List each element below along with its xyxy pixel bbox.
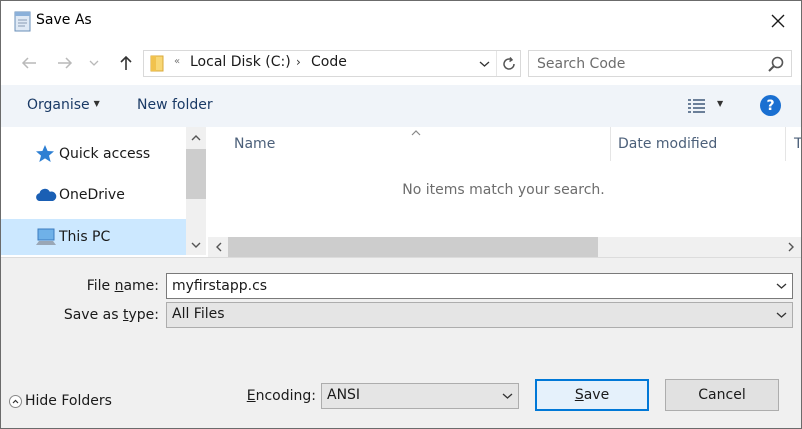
new-folder-button[interactable]: New folder <box>137 97 213 113</box>
column-header-date-modified[interactable]: Date modified <box>618 127 717 161</box>
star-icon <box>36 145 54 162</box>
arrow-right-icon <box>58 57 73 69</box>
save-as-type-value: All Files <box>172 306 225 322</box>
file-name-label: File name: <box>87 278 159 294</box>
back-button[interactable] <box>16 51 42 75</box>
chevron-down-icon <box>89 60 99 66</box>
notepad-icon <box>14 11 31 32</box>
save-options-panel: File name: Save as type: All Files Hide … <box>1 257 801 428</box>
cancel-button[interactable]: Cancel <box>665 379 779 411</box>
column-divider[interactable] <box>785 127 786 161</box>
encoding-value: ANSI <box>327 387 361 403</box>
label-text: ype: <box>128 307 159 323</box>
navigation-pane: Quick access OneDrive This PC <box>1 127 186 255</box>
search-box[interactable] <box>528 50 792 77</box>
caret-down-icon: ▼ <box>93 99 100 108</box>
label-text: File <box>86 278 115 294</box>
hide-folders-label: Hide Folders <box>25 393 112 409</box>
empty-message: No items match your search. <box>402 182 605 198</box>
scroll-up-icon[interactable] <box>186 127 206 147</box>
save-as-type-select[interactable]: All Files <box>166 302 793 328</box>
column-divider[interactable] <box>610 127 611 161</box>
refresh-button[interactable] <box>496 51 520 76</box>
navigation-pane-scrollbar[interactable] <box>186 127 206 255</box>
refresh-icon <box>502 56 515 70</box>
chevron-down-icon <box>776 283 786 289</box>
window-title: Save As <box>36 12 92 28</box>
label-text: ncoding: <box>255 388 316 404</box>
chevron-down-icon <box>776 312 786 318</box>
folder-icon <box>150 55 164 72</box>
address-dropdown-button[interactable] <box>474 51 494 76</box>
save-as-type-dropdown-button[interactable] <box>770 303 792 327</box>
arrow-up-icon <box>120 55 132 70</box>
address-bar[interactable]: « Local Disk (C:) › Code <box>143 50 521 77</box>
column-header-type[interactable]: T <box>794 127 801 161</box>
close-button[interactable] <box>755 1 801 41</box>
save-button[interactable]: Save <box>535 379 649 411</box>
help-icon[interactable]: ? <box>760 95 781 116</box>
file-list-horizontal-scrollbar[interactable] <box>208 237 801 257</box>
recent-locations-button[interactable] <box>85 51 103 75</box>
address-row: « Local Disk (C:) › Code <box>1 41 801 85</box>
access-key: E <box>246 388 256 404</box>
encoding-dropdown-button[interactable] <box>496 384 518 408</box>
arrow-left-icon <box>21 57 36 69</box>
encoding-label: Encoding: <box>247 388 316 404</box>
save-as-dialog: Save As « Local Disk (C:) › Code Search … <box>0 0 802 429</box>
breadcrumb-separator[interactable]: › <box>296 55 301 69</box>
label-text: ame: <box>123 278 159 294</box>
label-text: Save as <box>63 307 123 323</box>
command-bar: Organise ▼ New folder ▼ <box>1 85 801 127</box>
search-input[interactable] <box>529 51 759 76</box>
view-details-icon[interactable] <box>687 97 707 115</box>
chevron-up-icon <box>9 394 22 408</box>
organise-label: Organise <box>27 97 90 113</box>
access-key: S <box>574 387 584 403</box>
file-list: Name Date modified T No items match your… <box>206 127 801 255</box>
forward-button[interactable] <box>52 51 78 75</box>
hide-folders-toggle[interactable]: Hide Folders <box>9 391 112 411</box>
sidebar-item-label: Quick access <box>59 146 151 162</box>
search-icon[interactable] <box>767 55 785 73</box>
scroll-left-icon[interactable] <box>208 237 228 257</box>
up-button[interactable] <box>113 51 139 75</box>
scrollbar-thumb[interactable] <box>228 237 598 257</box>
breadcrumb-overflow[interactable]: « <box>174 56 180 67</box>
sidebar-item-label: This PC <box>59 229 111 245</box>
scrollbar-thumb[interactable] <box>186 149 206 199</box>
sort-indicator-icon <box>411 127 421 139</box>
chevron-down-icon <box>502 393 512 399</box>
sidebar-item-quick-access[interactable]: Quick access <box>1 136 186 172</box>
file-name-field[interactable] <box>166 273 793 299</box>
sidebar-item-this-pc[interactable]: This PC <box>1 219 186 255</box>
save-as-type-label: Save as type: <box>64 307 159 323</box>
encoding-select[interactable]: ANSI <box>321 383 519 409</box>
scroll-down-icon[interactable] <box>186 235 206 255</box>
file-name-dropdown-button[interactable] <box>770 274 792 298</box>
save-label: ave <box>583 387 610 403</box>
organise-menu[interactable]: Organise ▼ <box>27 97 100 113</box>
sidebar-item-label: OneDrive <box>59 187 125 203</box>
file-name-input[interactable] <box>167 274 792 298</box>
scroll-right-icon[interactable] <box>781 237 801 257</box>
breadcrumb-local-disk[interactable]: Local Disk (C:) <box>190 54 291 70</box>
chevron-down-icon <box>479 61 489 67</box>
close-icon <box>771 14 785 28</box>
column-header-name[interactable]: Name <box>234 127 275 161</box>
computer-icon <box>36 228 56 245</box>
sidebar-item-onedrive[interactable]: OneDrive <box>1 177 186 213</box>
title-bar: Save As <box>1 1 801 41</box>
view-options-caret-icon[interactable]: ▼ <box>717 99 723 108</box>
breadcrumb-code[interactable]: Code <box>311 54 347 70</box>
cloud-icon <box>36 188 57 201</box>
